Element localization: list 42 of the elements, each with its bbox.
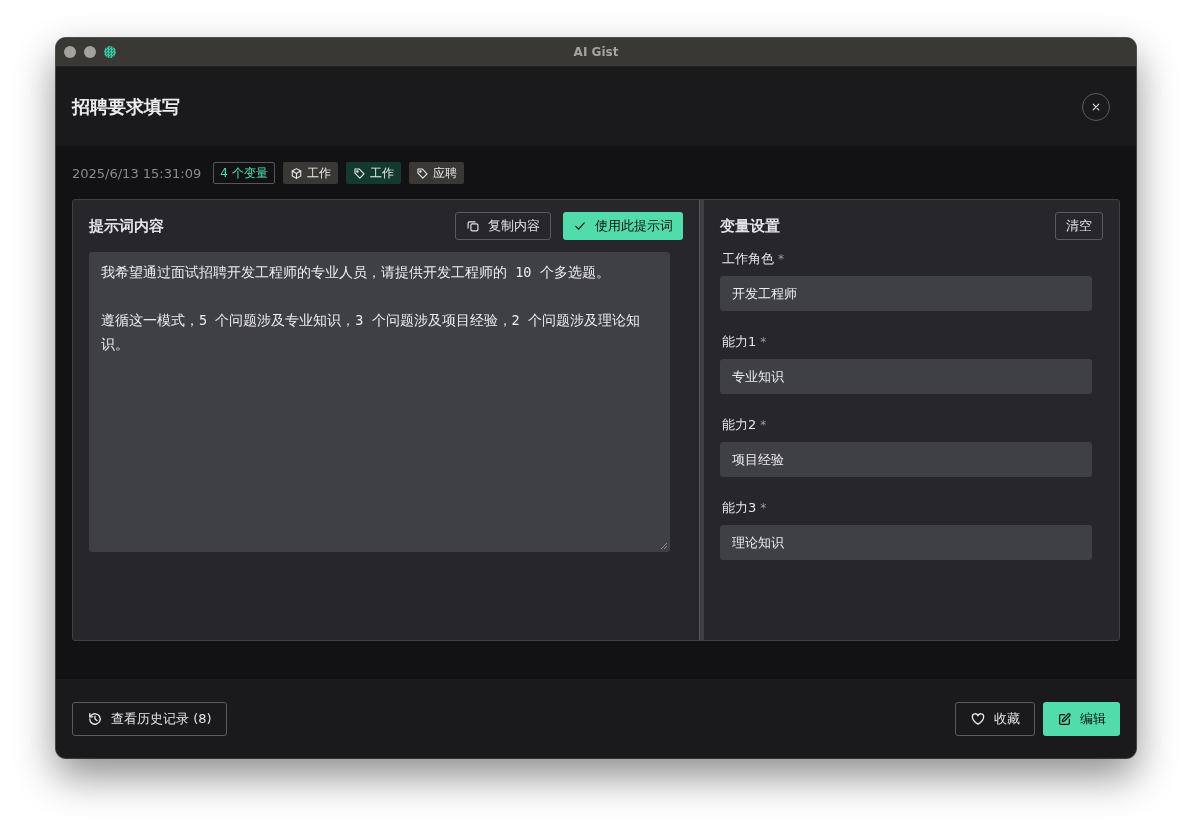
- dialog-title: 招聘要求填写: [72, 94, 180, 119]
- variable-input[interactable]: 理论知识: [720, 525, 1092, 560]
- prompt-paragraph: 遵循这一模式，5 个问题涉及专业知识，3 个问题涉及项目经验，2 个问题涉及理论知识。: [101, 311, 641, 354]
- required-marker: *: [760, 335, 767, 349]
- favorite-button[interactable]: 收藏: [955, 702, 1035, 736]
- copy-button[interactable]: 复制内容: [455, 212, 551, 240]
- required-marker: *: [778, 252, 784, 266]
- copy-icon: [466, 219, 480, 233]
- window-control-dot[interactable]: [104, 46, 116, 58]
- history-icon: [87, 711, 103, 727]
- required-marker: *: [760, 501, 767, 515]
- tag-icon: [352, 166, 366, 180]
- panel-title: 变量设置: [720, 216, 781, 236]
- variable-input[interactable]: 开发工程师: [720, 276, 1092, 311]
- variable-label: 能力3: [722, 499, 757, 517]
- timestamp: 2025/6/13 15:31:09: [72, 165, 202, 181]
- check-icon: [573, 219, 587, 233]
- variable-label: 能力2: [722, 416, 757, 434]
- tag-label: 工作: [306, 164, 331, 182]
- heart-icon: [970, 711, 986, 727]
- use-prompt-button[interactable]: 使用此提示词: [563, 212, 683, 240]
- clear-button[interactable]: 清空: [1055, 212, 1103, 240]
- variable-label: 能力1: [722, 333, 757, 351]
- tag-icon: [415, 166, 429, 180]
- panel-title: 提示词内容: [89, 216, 165, 236]
- window-title: AI Gist: [573, 45, 619, 59]
- resize-grip-icon: [660, 542, 668, 550]
- prompt-text-area[interactable]: 我希望通过面试招聘开发工程师的专业人员，请提供开发工程师的 10 个多选题。 遵循这一模式，5 个问题涉及专业知识，3 个问题涉及项目经验，2 个问题涉及理论知识。: [89, 252, 670, 552]
- variable-input[interactable]: 专业知识: [720, 359, 1092, 394]
- variable-count-badge: 4 个变量: [213, 162, 275, 184]
- edit-icon: [1057, 711, 1072, 727]
- variable-input[interactable]: 项目经验: [720, 442, 1092, 477]
- cube-icon: [289, 166, 303, 180]
- tag-label: 工作: [369, 164, 394, 182]
- variable-label: 工作角色: [722, 250, 774, 268]
- window-control-dot[interactable]: [64, 46, 76, 58]
- history-button[interactable]: 查看历史记录 (8): [72, 702, 227, 736]
- edit-button[interactable]: 编辑: [1043, 702, 1120, 736]
- tag-label: 应聘: [432, 164, 457, 182]
- prompt-paragraph: 我希望通过面试招聘开发工程师的专业人员，请提供开发工程师的 10 个多选题。: [101, 263, 611, 282]
- required-marker: *: [760, 418, 767, 432]
- window-control-dot[interactable]: [84, 46, 96, 58]
